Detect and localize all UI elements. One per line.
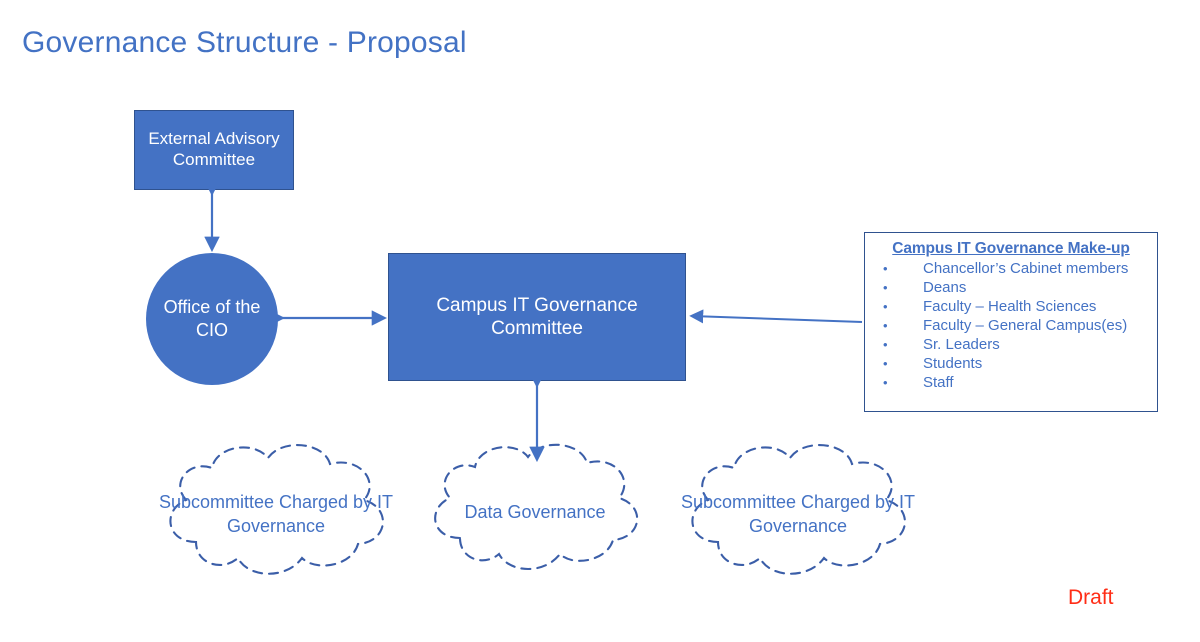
list-item: • Faculty – General Campus(es) [883, 316, 1157, 335]
node-external-advisory-committee[interactable]: External Advisory Committee [134, 110, 294, 190]
node-office-of-the-cio-label: Office of the CIO [163, 296, 261, 340]
node-campus-it-governance-committee[interactable]: Campus IT Governance Committee [388, 253, 686, 381]
cloud-data-governance[interactable]: Data Governance [418, 438, 652, 586]
cloud-shape-icon [169, 444, 384, 575]
connector-makeup-to-campus [689, 309, 863, 324]
bullet-icon: • [883, 318, 888, 333]
list-item: • Chancellor’s Cabinet members [883, 259, 1157, 278]
draft-label: Draft [1068, 586, 1114, 609]
list-item-label: Deans [923, 279, 967, 296]
list-item-label: Staff [923, 374, 954, 391]
cloud-subcommittee-right[interactable]: Subcommittee Charged by IT Governance [674, 438, 922, 590]
list-item-label: Students [923, 355, 983, 372]
slide-canvas: Governance Structure - Proposal External… [0, 0, 1200, 642]
list-item-label: Chancellor’s Cabinet members [923, 260, 1129, 277]
node-campus-it-governance-committee-label: Campus IT Governance Committee [436, 294, 638, 339]
bullet-icon: • [883, 375, 888, 390]
bullet-icon: • [883, 261, 888, 276]
bullet-icon: • [883, 280, 888, 295]
list-item-label: Faculty – General Campus(es) [923, 317, 1128, 334]
page-title: Governance Structure - Proposal [22, 26, 467, 59]
list-item: • Students [883, 354, 1157, 373]
campus-it-governance-makeup-panel: Campus IT Governance Make-up • Chancello… [864, 232, 1158, 412]
list-item: • Deans [883, 278, 1157, 297]
bullet-icon: • [883, 337, 888, 352]
bullet-icon: • [883, 299, 888, 314]
list-item-label: Sr. Leaders [923, 336, 1000, 353]
node-office-of-the-cio[interactable]: Office of the CIO [146, 253, 278, 385]
node-external-advisory-committee-label: External Advisory Committee [148, 129, 280, 169]
cloud-shape-icon [434, 443, 639, 571]
list-item: • Faculty – Health Sciences [883, 297, 1157, 316]
bullet-icon: • [883, 356, 888, 371]
makeup-panel-list: • Chancellor’s Cabinet members • Deans •… [865, 259, 1157, 392]
cloud-shape-icon [691, 444, 906, 575]
cloud-subcommittee-left[interactable]: Subcommittee Charged by IT Governance [152, 438, 400, 590]
makeup-panel-title: Campus IT Governance Make-up [892, 240, 1130, 257]
list-item-label: Faculty – Health Sciences [923, 298, 1097, 315]
list-item: • Staff [883, 373, 1157, 392]
list-item: • Sr. Leaders [883, 335, 1157, 354]
